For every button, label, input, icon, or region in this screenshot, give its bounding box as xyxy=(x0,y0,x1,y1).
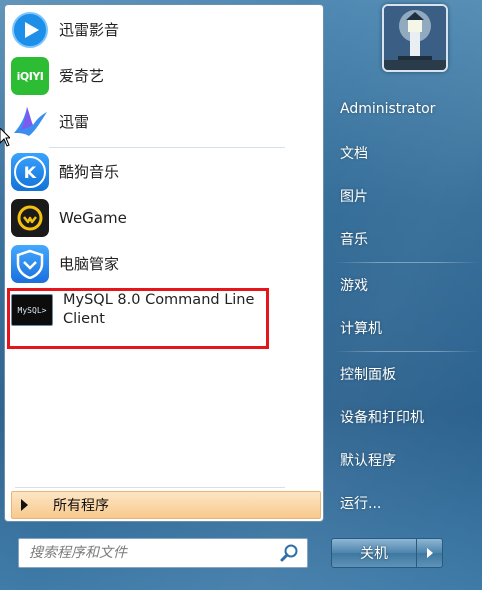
program-label: 迅雷影音 xyxy=(59,20,120,39)
search-input[interactable] xyxy=(27,544,279,562)
music-link[interactable]: 音乐 xyxy=(332,223,480,255)
program-xunlei-video[interactable]: 迅雷影音 xyxy=(5,8,323,52)
run-link[interactable]: 运行... xyxy=(332,487,480,519)
programs-panel: 迅雷影音 iQIYI 爱奇艺 迅雷 K 酷狗音乐 WeGame 电脑管家 MyS… xyxy=(4,4,324,522)
user-name-link[interactable]: Administrator xyxy=(332,93,480,125)
iqiyi-icon: iQIYI xyxy=(11,57,49,95)
program-mysql-cli[interactable]: MySQL> MySQL 8.0 Command Line Client xyxy=(5,287,323,345)
lighthouse-avatar-image xyxy=(384,6,446,70)
right-item-label: 文档 xyxy=(340,146,368,162)
program-label: 爱奇艺 xyxy=(59,66,105,85)
documents-link[interactable]: 文档 xyxy=(332,137,480,169)
program-pc-manager[interactable]: 电脑管家 xyxy=(5,242,323,286)
devices-printers-link[interactable]: 设备和打印机 xyxy=(332,401,480,433)
all-programs-label: 所有程序 xyxy=(53,498,109,514)
pictures-link[interactable]: 图片 xyxy=(332,180,480,212)
all-programs-button[interactable]: 所有程序 xyxy=(11,491,321,519)
program-label: 迅雷 xyxy=(59,112,90,131)
wegame-icon xyxy=(11,199,49,237)
shutdown-button[interactable]: 关机 xyxy=(331,538,417,568)
xunlei-video-icon xyxy=(11,11,49,49)
right-item-label: 控制面板 xyxy=(340,367,396,383)
program-label: MySQL 8.0 Command Line Client xyxy=(63,292,255,327)
right-item-label: 设备和打印机 xyxy=(340,410,424,426)
pinned-separator xyxy=(49,147,285,148)
avatar[interactable] xyxy=(382,4,448,72)
right-separator xyxy=(334,262,480,263)
right-item-label: 运行... xyxy=(340,496,382,512)
kugou-icon-text: K xyxy=(23,162,37,182)
tencent-pc-manager-icon xyxy=(11,245,49,283)
shutdown-label: 关机 xyxy=(360,546,388,562)
program-wegame[interactable]: WeGame xyxy=(5,196,323,240)
kugou-icon: K xyxy=(11,153,49,191)
iqiyi-icon-text: iQIYI xyxy=(16,69,44,83)
program-iqiyi[interactable]: iQIYI 爱奇艺 xyxy=(5,54,323,98)
program-label: WeGame xyxy=(59,208,127,227)
shutdown-options-button[interactable] xyxy=(417,538,443,568)
triangle-right-icon xyxy=(21,499,28,511)
right-item-label: 图片 xyxy=(340,189,368,205)
program-label: 酷狗音乐 xyxy=(59,162,120,181)
mysql-icon-text: MySQL> xyxy=(17,305,47,315)
games-link[interactable]: 游戏 xyxy=(332,269,480,301)
program-label: 电脑管家 xyxy=(59,254,120,273)
right-separator xyxy=(334,351,480,352)
program-xunlei[interactable]: 迅雷 xyxy=(5,100,323,144)
all-programs-separator xyxy=(15,487,285,488)
right-item-label: Administrator xyxy=(340,101,436,117)
default-programs-link[interactable]: 默认程序 xyxy=(332,444,480,476)
computer-link[interactable]: 计算机 xyxy=(332,312,480,344)
search-box[interactable] xyxy=(18,538,308,568)
right-item-label: 游戏 xyxy=(340,278,368,294)
right-item-label: 计算机 xyxy=(340,321,382,337)
program-kugou[interactable]: K 酷狗音乐 xyxy=(5,150,323,194)
kugou-icon-circle: K xyxy=(14,156,46,188)
control-panel-link[interactable]: 控制面板 xyxy=(332,358,480,390)
search-icon[interactable] xyxy=(279,542,301,564)
mouse-cursor-icon xyxy=(0,128,10,147)
xunlei-bird-icon xyxy=(11,103,49,141)
mysql-console-icon: MySQL> xyxy=(11,294,53,326)
right-item-label: 音乐 xyxy=(340,232,368,248)
chevron-right-icon xyxy=(426,548,433,558)
right-item-label: 默认程序 xyxy=(340,453,396,469)
